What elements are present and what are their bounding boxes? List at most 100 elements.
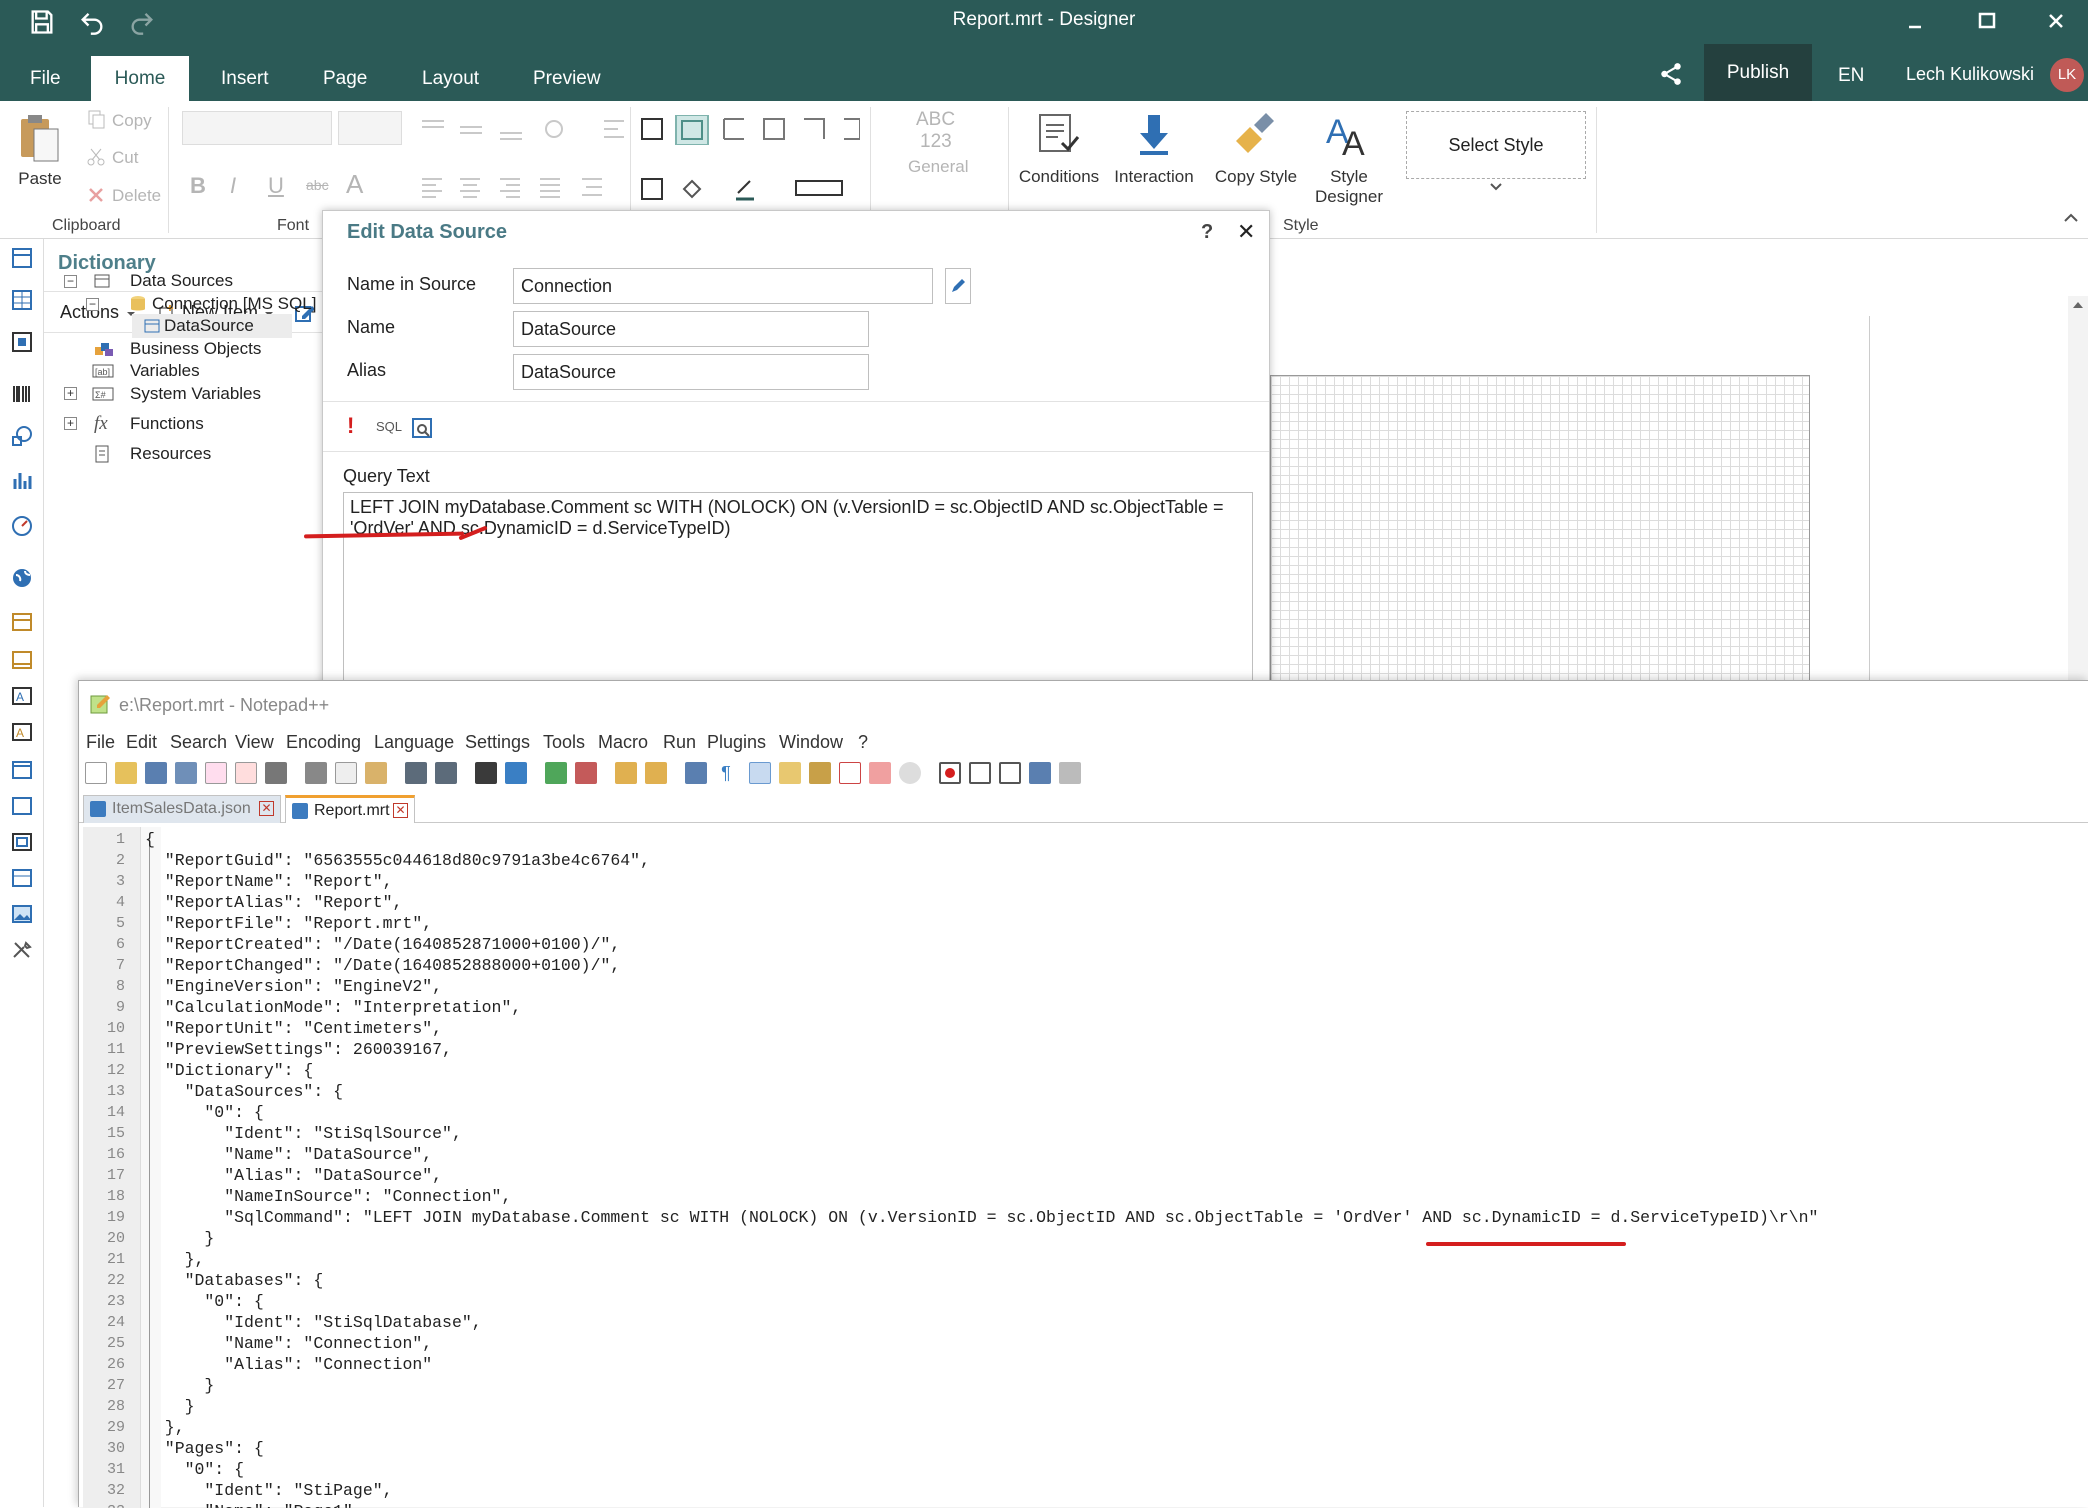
font-color-icon[interactable]: A bbox=[346, 169, 363, 200]
menu-settings[interactable]: Settings bbox=[465, 732, 530, 753]
close-icon[interactable] bbox=[2041, 6, 2071, 36]
save-macro-icon[interactable] bbox=[1059, 762, 1081, 784]
tab-insert[interactable]: Insert bbox=[211, 56, 279, 101]
run-macro-multiple-icon[interactable] bbox=[1029, 762, 1051, 784]
underline-icon[interactable]: U bbox=[268, 173, 284, 199]
text-align-icons[interactable] bbox=[420, 115, 660, 145]
italic-icon[interactable]: I bbox=[230, 173, 236, 199]
toolbox-clone-icon[interactable] bbox=[10, 831, 34, 853]
run-query-icon[interactable]: ! bbox=[347, 413, 354, 439]
menu-edit[interactable]: Edit bbox=[126, 732, 157, 753]
udl-icon[interactable] bbox=[779, 762, 801, 784]
border-style-icons[interactable] bbox=[640, 173, 860, 203]
dialog-close-button[interactable]: ✕ bbox=[1237, 219, 1255, 245]
indent-guide-icon[interactable] bbox=[749, 762, 771, 784]
show-all-characters-icon[interactable]: ¶ bbox=[715, 762, 737, 784]
save-file-icon[interactable] bbox=[145, 762, 167, 784]
menu-help[interactable]: ? bbox=[858, 732, 868, 753]
menu-run[interactable]: Run bbox=[663, 732, 696, 753]
query-builder-icon[interactable] bbox=[411, 417, 433, 439]
paste-icon[interactable] bbox=[365, 762, 387, 784]
report-page-grid[interactable] bbox=[1270, 375, 1810, 685]
font-size-select[interactable] bbox=[338, 111, 402, 145]
menu-view[interactable]: View bbox=[235, 732, 274, 753]
toolbox-barcode-icon[interactable] bbox=[10, 383, 34, 405]
menu-plugins[interactable]: Plugins bbox=[707, 732, 766, 753]
copy-style-icon[interactable] bbox=[1232, 111, 1276, 157]
toolbox-gauge-icon[interactable] bbox=[10, 515, 34, 537]
alias-field[interactable]: DataSource bbox=[513, 354, 869, 390]
redo-icon[interactable] bbox=[435, 762, 457, 784]
toolbox-checkbox-icon[interactable] bbox=[10, 867, 34, 889]
menu-file[interactable]: File bbox=[86, 732, 115, 753]
help-button[interactable]: ? bbox=[1201, 221, 1213, 244]
scroll-up-icon[interactable] bbox=[2073, 302, 2083, 308]
language-selector[interactable]: EN bbox=[1838, 44, 1864, 108]
collapse-ribbon-icon[interactable] bbox=[2064, 213, 2078, 223]
menu-macro[interactable]: Macro bbox=[598, 732, 648, 753]
canvas-scrollbar[interactable] bbox=[2068, 296, 2088, 680]
collapse-data-sources-icon[interactable]: − bbox=[64, 275, 77, 288]
conditions-button[interactable]: Conditions bbox=[1014, 167, 1104, 187]
word-wrap-icon[interactable] bbox=[685, 762, 707, 784]
code-editor[interactable]: 1 2 3 4 5 6 7 8 9 10 11 12 13 14 15 16 17 18 19 20 21 22 23 24 2… bbox=[79, 827, 2088, 1508]
conditions-icon[interactable] bbox=[1038, 113, 1080, 157]
toolbox-chart-icon[interactable] bbox=[10, 469, 34, 491]
chevron-down-icon[interactable] bbox=[1490, 183, 1502, 191]
border-icons[interactable] bbox=[640, 115, 860, 145]
print-icon[interactable] bbox=[265, 762, 287, 784]
open-file-icon[interactable] bbox=[115, 762, 137, 784]
minimize-icon[interactable] bbox=[1900, 6, 1930, 36]
toolbox-report-icon[interactable] bbox=[10, 247, 34, 269]
record-macro-icon[interactable] bbox=[939, 762, 961, 784]
folder-workspace-icon[interactable] bbox=[869, 762, 891, 784]
tab-page[interactable]: Page bbox=[313, 56, 377, 101]
menu-tools[interactable]: Tools bbox=[543, 732, 585, 753]
tab-home[interactable]: Home bbox=[91, 56, 189, 101]
expand-system-variables-icon[interactable]: + bbox=[64, 387, 77, 400]
copy-button[interactable]: Copy bbox=[112, 111, 152, 131]
edit-name-in-source-button[interactable] bbox=[945, 268, 971, 304]
toolbox-table-icon[interactable] bbox=[10, 289, 34, 311]
tree-item-datasource[interactable]: DataSource bbox=[132, 314, 292, 338]
style-designer-label-1[interactable]: Style bbox=[1304, 167, 1394, 187]
toolbox-panel-icon[interactable] bbox=[10, 649, 34, 671]
tab-preview[interactable]: Preview bbox=[523, 56, 611, 101]
toolbox-image-icon[interactable] bbox=[10, 903, 34, 925]
toolbox-text-icon[interactable]: A bbox=[10, 685, 34, 707]
toolbox-shape-icon[interactable] bbox=[10, 425, 34, 447]
interaction-button[interactable]: Interaction bbox=[1108, 167, 1200, 187]
expand-functions-icon[interactable]: + bbox=[64, 417, 77, 430]
toolbox-richtext-icon[interactable]: A bbox=[10, 721, 34, 743]
monitoring-icon[interactable] bbox=[899, 762, 921, 784]
tree-item-resources[interactable]: Resources bbox=[88, 442, 318, 466]
zoom-out-icon[interactable] bbox=[575, 762, 597, 784]
menu-window[interactable]: Window bbox=[779, 732, 843, 753]
select-style-dropdown[interactable]: Select Style bbox=[1406, 111, 1586, 179]
maximize-icon[interactable] bbox=[1972, 6, 2002, 36]
toolbox-rectangle-icon[interactable] bbox=[10, 795, 34, 817]
tree-item-business-objects[interactable]: Business Objects bbox=[88, 337, 318, 361]
publish-button[interactable]: Publish bbox=[1704, 44, 1812, 101]
find-icon[interactable] bbox=[475, 762, 497, 784]
tab-file[interactable]: File bbox=[20, 56, 71, 101]
doc-map-icon[interactable] bbox=[809, 762, 831, 784]
sync-horizontal-icon[interactable] bbox=[645, 762, 667, 784]
tab-layout[interactable]: Layout bbox=[412, 56, 489, 101]
copy-style-button[interactable]: Copy Style bbox=[1206, 167, 1306, 187]
paste-icon[interactable] bbox=[18, 113, 60, 163]
toolbox-tools-icon[interactable] bbox=[10, 939, 34, 961]
delete-button[interactable]: Delete bbox=[112, 186, 161, 206]
name-field[interactable]: DataSource bbox=[513, 311, 869, 347]
toolbox-map-icon[interactable] bbox=[10, 567, 34, 589]
replace-icon[interactable] bbox=[505, 762, 527, 784]
save-all-icon[interactable] bbox=[175, 762, 197, 784]
query-text-area[interactable]: LEFT JOIN myDatabase.Comment sc WITH (NO… bbox=[343, 492, 1253, 691]
bold-icon[interactable]: B bbox=[190, 173, 206, 199]
tree-item-variables[interactable]: [ab] Variables bbox=[88, 359, 318, 383]
play-macro-icon[interactable] bbox=[999, 762, 1021, 784]
interaction-icon[interactable] bbox=[1134, 113, 1174, 157]
toolbox-container-icon[interactable] bbox=[10, 759, 34, 781]
strikethrough-icon[interactable]: abc bbox=[306, 177, 329, 193]
sql-button[interactable]: SQL bbox=[376, 419, 402, 434]
